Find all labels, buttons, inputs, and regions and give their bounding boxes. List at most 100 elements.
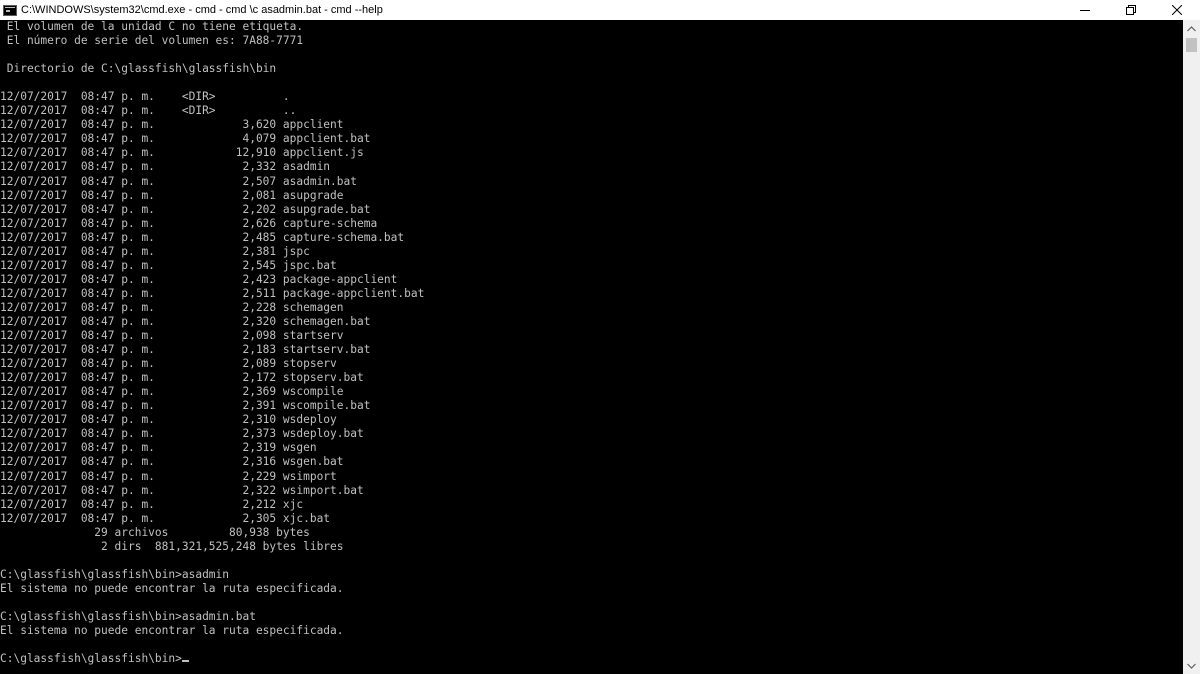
console-line-text: C:\glassfish\glassfish\bin>asadmin bbox=[0, 567, 230, 581]
window-controls bbox=[1062, 0, 1200, 20]
console-line: 12/07/2017 08:47 p. m. 2,212 xjc bbox=[0, 498, 1183, 512]
console-line-text: 12/07/2017 08:47 p. m. 2,332 asadmin bbox=[0, 160, 331, 174]
console-line-text: C:\glassfish\glassfish\bin> bbox=[0, 652, 182, 666]
console-line: 29 archivos 80,938 bytes bbox=[0, 526, 1183, 540]
vertical-scrollbar[interactable] bbox=[1183, 20, 1200, 674]
console-line-text: 12/07/2017 08:47 p. m. 2,316 wsgen.bat bbox=[0, 455, 344, 469]
console-line-text: 12/07/2017 08:47 p. m. 2,626 capture-sch… bbox=[0, 216, 378, 230]
console-line-text: 12/07/2017 08:47 p. m. 2,172 stopserv.ba… bbox=[0, 371, 364, 385]
console-line-text: 12/07/2017 08:47 p. m. 2,373 wsdeploy.ba… bbox=[0, 427, 364, 441]
console-line-text: 12/07/2017 08:47 p. m. 2,228 schemagen bbox=[0, 300, 344, 314]
chevron-up-icon bbox=[1187, 25, 1196, 31]
console-line: 12/07/2017 08:47 p. m. 2,322 wsimport.ba… bbox=[0, 484, 1183, 498]
console-line-text: 12/07/2017 08:47 p. m. 2,369 wscompile bbox=[0, 385, 344, 399]
console-line: 12/07/2017 08:47 p. m. 12,910 appclient.… bbox=[0, 146, 1183, 160]
console-line-text: Directorio de C:\glassfish\glassfish\bin bbox=[0, 62, 277, 76]
console-line-text: 12/07/2017 08:47 p. m. <DIR> .. bbox=[0, 104, 297, 118]
console-line-text: 29 archivos 80,938 bytes bbox=[0, 525, 310, 539]
console-line-text: 12/07/2017 08:47 p. m. 2,202 asupgrade.b… bbox=[0, 202, 371, 216]
console-line-text: 12/07/2017 08:47 p. m. 3,620 appclient bbox=[0, 118, 344, 132]
console-line: El sistema no puede encontrar la ruta es… bbox=[0, 582, 1183, 596]
console-line: 12/07/2017 08:47 p. m. 2,485 capture-sch… bbox=[0, 231, 1183, 245]
console-line-text: 12/07/2017 08:47 p. m. 2,485 capture-sch… bbox=[0, 230, 405, 244]
console-line: 12/07/2017 08:47 p. m. 2,423 package-app… bbox=[0, 273, 1183, 287]
console-line: 12/07/2017 08:47 p. m. 2,316 wsgen.bat bbox=[0, 455, 1183, 469]
console-line-text: 12/07/2017 08:47 p. m. 2,212 xjc bbox=[0, 497, 304, 511]
console-line: 12/07/2017 08:47 p. m. 3,620 appclient bbox=[0, 118, 1183, 132]
minimize-icon bbox=[1080, 10, 1090, 11]
scroll-down-button[interactable] bbox=[1183, 657, 1200, 674]
console-line: 12/07/2017 08:47 p. m. 2,381 jspc bbox=[0, 245, 1183, 259]
minimize-button[interactable] bbox=[1062, 0, 1108, 20]
console-line: 12/07/2017 08:47 p. m. 2,511 package-app… bbox=[0, 287, 1183, 301]
console-line: 12/07/2017 08:47 p. m. 2,089 stopserv bbox=[0, 357, 1183, 371]
console-line-text: 12/07/2017 08:47 p. m. 2,545 jspc.bat bbox=[0, 258, 337, 272]
console-line: 12/07/2017 08:47 p. m. <DIR> . bbox=[0, 90, 1183, 104]
console-line-text: 12/07/2017 08:47 p. m. 2,322 wsimport.ba… bbox=[0, 483, 364, 497]
cmd-app-icon[interactable] bbox=[3, 4, 17, 16]
console-line-text: 12/07/2017 08:47 p. m. 12,910 appclient.… bbox=[0, 146, 364, 160]
console-line: C:\glassfish\glassfish\bin> bbox=[0, 652, 1183, 666]
console-line: C:\glassfish\glassfish\bin>asadmin.bat bbox=[0, 610, 1183, 624]
console-line-text: 12/07/2017 08:47 p. m. 2,081 asupgrade bbox=[0, 188, 344, 202]
console-line-text: El sistema no puede encontrar la ruta es… bbox=[0, 581, 344, 595]
console-line: 12/07/2017 08:47 p. m. 2,172 stopserv.ba… bbox=[0, 371, 1183, 385]
console-line: 12/07/2017 08:47 p. m. 2,369 wscompile bbox=[0, 385, 1183, 399]
console-line-text: 12/07/2017 08:47 p. m. 2,511 package-app… bbox=[0, 286, 425, 300]
console-line-text: 12/07/2017 08:47 p. m. 2,381 jspc bbox=[0, 244, 310, 258]
restore-icon bbox=[1126, 5, 1136, 15]
close-icon bbox=[1172, 5, 1182, 15]
console-line: El volumen de la unidad C no tiene etiqu… bbox=[0, 20, 1183, 34]
console-line-text: 12/07/2017 08:47 p. m. 2,229 wsimport bbox=[0, 469, 337, 483]
console-line-text: El número de serie del volumen es: 7A88-… bbox=[0, 34, 304, 48]
window-title: C:\WINDOWS\system32\cmd.exe - cmd - cmd … bbox=[21, 4, 383, 16]
console-line: 12/07/2017 08:47 p. m. 2,320 schemagen.b… bbox=[0, 315, 1183, 329]
console-line: 12/07/2017 08:47 p. m. 2,202 asupgrade.b… bbox=[0, 203, 1183, 217]
console-line: 12/07/2017 08:47 p. m. 2,183 startserv.b… bbox=[0, 343, 1183, 357]
console-line-text: 12/07/2017 08:47 p. m. 2,320 schemagen.b… bbox=[0, 314, 371, 328]
console-line: El sistema no puede encontrar la ruta es… bbox=[0, 624, 1183, 638]
title-bar[interactable]: C:\WINDOWS\system32\cmd.exe - cmd - cmd … bbox=[0, 0, 1200, 20]
console-line-text: 12/07/2017 08:47 p. m. 2,310 wsdeploy bbox=[0, 413, 337, 427]
cmd-window: C:\WINDOWS\system32\cmd.exe - cmd - cmd … bbox=[0, 0, 1200, 674]
console-line-text: C:\glassfish\glassfish\bin>asadmin.bat bbox=[0, 609, 256, 623]
console-line: 12/07/2017 08:47 p. m. 2,310 wsdeploy bbox=[0, 413, 1183, 427]
console-line: 12/07/2017 08:47 p. m. 2,507 asadmin.bat bbox=[0, 175, 1183, 189]
console-line-text: El volumen de la unidad C no tiene etiqu… bbox=[0, 20, 304, 33]
console-line: 2 dirs 881,321,525,248 bytes libres bbox=[0, 540, 1183, 554]
console-line-text: 12/07/2017 08:47 p. m. 2,319 wsgen bbox=[0, 441, 317, 455]
text-cursor bbox=[181, 660, 189, 663]
console-line: Directorio de C:\glassfish\glassfish\bin bbox=[0, 62, 1183, 76]
console-line: 12/07/2017 08:47 p. m. 2,228 schemagen bbox=[0, 301, 1183, 315]
console-output[interactable]: El volumen de la unidad C no tiene etiqu… bbox=[0, 20, 1183, 674]
console-line: 12/07/2017 08:47 p. m. 2,319 wsgen bbox=[0, 441, 1183, 455]
console-line: C:\glassfish\glassfish\bin>asadmin bbox=[0, 568, 1183, 582]
console-line-text: 12/07/2017 08:47 p. m. <DIR> . bbox=[0, 90, 290, 104]
console-line-text: 12/07/2017 08:47 p. m. 2,183 startserv.b… bbox=[0, 343, 371, 357]
console-line: 12/07/2017 08:47 p. m. 2,332 asadmin bbox=[0, 160, 1183, 174]
console-line: 12/07/2017 08:47 p. m. 2,229 wsimport bbox=[0, 470, 1183, 484]
console-line-text: 12/07/2017 08:47 p. m. 2,423 package-app… bbox=[0, 272, 398, 286]
console-line: 12/07/2017 08:47 p. m. 2,081 asupgrade bbox=[0, 189, 1183, 203]
console-line-text: 2 dirs 881,321,525,248 bytes libres bbox=[0, 539, 344, 553]
console-line-text: 12/07/2017 08:47 p. m. 2,098 startserv bbox=[0, 329, 344, 343]
console-line: 12/07/2017 08:47 p. m. 2,098 startserv bbox=[0, 329, 1183, 343]
console-line-text: 12/07/2017 08:47 p. m. 2,089 stopserv bbox=[0, 357, 337, 371]
close-button[interactable] bbox=[1154, 0, 1200, 20]
console-line: 12/07/2017 08:47 p. m. 2,626 capture-sch… bbox=[0, 217, 1183, 231]
console-line-text: El sistema no puede encontrar la ruta es… bbox=[0, 624, 344, 638]
console-line-text: 12/07/2017 08:47 p. m. 2,305 xjc.bat bbox=[0, 511, 331, 525]
console-line-text: 12/07/2017 08:47 p. m. 2,507 asadmin.bat bbox=[0, 174, 357, 188]
scroll-up-button[interactable] bbox=[1183, 20, 1200, 37]
console-line: El número de serie del volumen es: 7A88-… bbox=[0, 34, 1183, 48]
console-line: 12/07/2017 08:47 p. m. 2,545 jspc.bat bbox=[0, 259, 1183, 273]
console-line: 12/07/2017 08:47 p. m. 2,373 wsdeploy.ba… bbox=[0, 427, 1183, 441]
chevron-down-icon bbox=[1187, 663, 1196, 669]
scroll-thumb[interactable] bbox=[1186, 38, 1197, 52]
restore-button[interactable] bbox=[1108, 0, 1154, 20]
